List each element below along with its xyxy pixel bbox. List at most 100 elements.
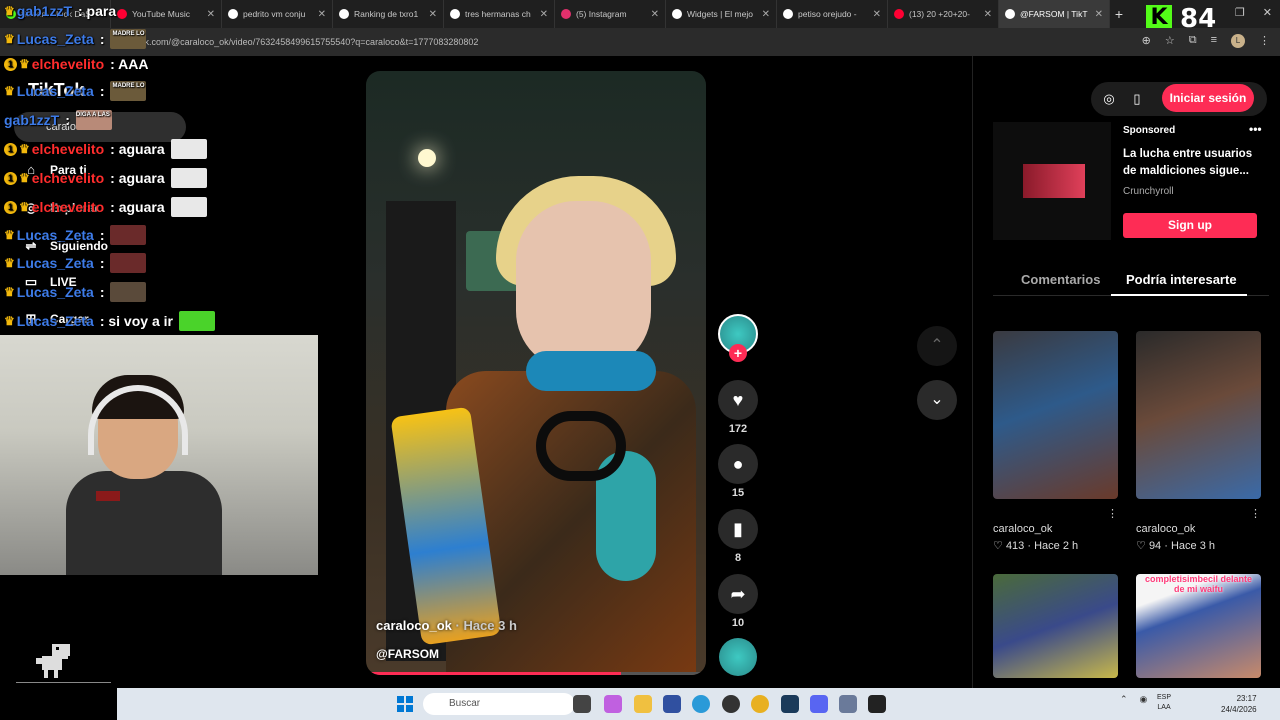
file-explorer-icon[interactable]	[634, 695, 652, 713]
browser-tab[interactable]: Widgets | El mejo ✕	[666, 0, 777, 28]
chat-username[interactable]: Lucas_Zeta	[17, 227, 94, 243]
card-thumbnail[interactable]	[993, 574, 1118, 678]
card-user[interactable]: caraloco_ok	[1136, 523, 1195, 535]
tab-close-icon[interactable]: ✕	[651, 9, 659, 20]
chat-username[interactable]: Lucas_Zeta	[17, 83, 94, 99]
crown-badge-icon: ♛	[19, 171, 30, 185]
comment-button[interactable]: ●	[718, 444, 758, 484]
bookmark-icon: ▮	[733, 518, 743, 539]
app-icon[interactable]	[722, 695, 740, 713]
discord-icon[interactable]	[810, 695, 828, 713]
like-button[interactable]: ♥	[718, 380, 758, 420]
copilot-icon[interactable]	[604, 695, 622, 713]
taskbar-search[interactable]: Buscar	[423, 693, 575, 715]
chat-username[interactable]: gab1zzT	[4, 112, 59, 128]
card-thumbnail[interactable]	[993, 331, 1118, 499]
video-author[interactable]: caraloco_ok · Hace 3 h	[376, 618, 517, 633]
browser-tab[interactable]: (13) 20 +20+20- ✕	[888, 0, 999, 28]
chat-username[interactable]: elchevelito	[32, 141, 104, 157]
mic-icon[interactable]: ◉	[1140, 694, 1148, 705]
new-tab-button[interactable]: +	[1110, 6, 1128, 22]
author-name[interactable]: caraloco_ok	[376, 618, 452, 633]
browser-tab[interactable]: @FARSOM | TikT ✕	[999, 0, 1110, 28]
browser-tab[interactable]: Ranking de txro1 ✕	[333, 0, 444, 28]
sponsored-ad[interactable]: Sponsored ••• La lucha entre usuarios de…	[993, 122, 1262, 244]
video-player[interactable]: caraloco_ok · Hace 3 h @FARSOM	[366, 71, 706, 675]
language-indicator[interactable]: ESP LAA	[1157, 693, 1171, 713]
clock[interactable]: 23:17 24/4/2026	[1221, 693, 1257, 715]
bookmark-star-icon[interactable]: ☆	[1165, 34, 1175, 48]
tab-close-icon[interactable]: ✕	[429, 9, 437, 20]
tab-close-icon[interactable]: ✕	[1095, 9, 1103, 20]
chat-text: :	[99, 255, 105, 271]
chat-username[interactable]: gab1zzT	[17, 3, 72, 19]
store-icon[interactable]	[663, 695, 681, 713]
browser-tab[interactable]: (5) Instagram ✕	[555, 0, 666, 28]
save-button[interactable]: ▮	[718, 509, 758, 549]
card-more-icon[interactable]: ⋮	[1107, 507, 1118, 520]
browser-tab[interactable]: petiso orejudo - ✕	[777, 0, 888, 28]
chat-username[interactable]: elchevelito	[32, 199, 104, 215]
tab-suggested[interactable]: Podría interesarte	[1126, 272, 1237, 287]
suggested-card[interactable]: ⋮ caraloco_ok ♡ 94 · Hace 3 h	[1136, 331, 1261, 552]
device-icon[interactable]: ▯	[1129, 91, 1145, 107]
menu-dots-icon[interactable]: ⋮	[1259, 34, 1270, 48]
tray-chevron-icon[interactable]: ⌃	[1120, 694, 1128, 705]
login-button[interactable]: Iniciar sesión	[1162, 84, 1254, 112]
card-thumbnail[interactable]	[1136, 331, 1261, 499]
extensions-icon[interactable]: ⧉	[1189, 34, 1197, 48]
windows-start-icon[interactable]	[397, 696, 413, 712]
restore-icon[interactable]: ❐	[1235, 6, 1245, 19]
next-video-button[interactable]: ⌄	[917, 380, 957, 420]
close-window-icon[interactable]: ✕	[1263, 6, 1272, 19]
profile-avatar[interactable]: L	[1231, 34, 1245, 48]
browser-tab[interactable]: tres hermanas ch ✕	[444, 0, 555, 28]
steam-icon[interactable]	[781, 695, 799, 713]
tab-close-icon[interactable]: ✕	[873, 9, 881, 20]
task-view-icon[interactable]	[573, 695, 591, 713]
app-icon[interactable]	[839, 695, 857, 713]
chat-username[interactable]: elchevelito	[32, 170, 104, 186]
chat-username[interactable]: Lucas_Zeta	[17, 313, 94, 329]
tab-close-icon[interactable]: ✕	[207, 9, 215, 20]
card-more-icon[interactable]: ⋮	[1250, 507, 1261, 520]
follow-plus-button[interactable]: +	[729, 344, 747, 362]
tab-close-icon[interactable]: ✕	[540, 9, 548, 20]
crown-badge-icon: ♛	[4, 285, 15, 299]
chat-username[interactable]: Lucas_Zeta	[17, 255, 94, 271]
video-description[interactable]: @FARSOM	[376, 647, 439, 661]
crown-badge-icon: ♛	[4, 32, 15, 46]
card-user[interactable]: caraloco_ok	[993, 523, 1052, 535]
chat-username[interactable]: elchevelito	[32, 56, 104, 72]
tab-close-icon[interactable]: ✕	[984, 9, 992, 20]
crown-badge-icon: ♛	[19, 200, 30, 214]
tab-comments[interactable]: Comentarios	[1021, 272, 1100, 287]
card-thumbnail[interactable]: completisimbecil delante de mi waifu	[1136, 574, 1261, 678]
suggested-card[interactable]: completisimbecil delante de mi waifu	[1136, 574, 1261, 678]
tab-close-icon[interactable]: ✕	[318, 9, 326, 20]
chat-username[interactable]: Lucas_Zeta	[17, 284, 94, 300]
chat-username[interactable]: Lucas_Zeta	[17, 31, 94, 47]
previous-video-button[interactable]: ⌃	[917, 326, 957, 366]
ad-more-icon[interactable]: •••	[1249, 122, 1262, 136]
edge-icon[interactable]	[692, 695, 710, 713]
browser-tab[interactable]: YouTube Music ✕	[111, 0, 222, 28]
tab-close-icon[interactable]: ✕	[762, 9, 770, 20]
suggested-card[interactable]: ⋮ caraloco_ok ♡ 413 · Hace 2 h	[993, 331, 1118, 552]
epic-games-icon[interactable]	[868, 695, 886, 713]
url-field[interactable]: tiktok.com/@caraloco_ok/video/7632458499…	[120, 33, 1110, 51]
media-icon[interactable]: ≡	[1211, 34, 1217, 48]
ad-thumbnail[interactable]	[993, 122, 1111, 240]
share-button[interactable]: ➦	[718, 574, 758, 614]
sound-avatar[interactable]	[719, 638, 757, 676]
video-progress-bar[interactable]	[366, 672, 706, 675]
browser-tab[interactable]: pedrito vm conju ✕	[222, 0, 333, 28]
zoom-icon[interactable]: ⊕	[1142, 34, 1151, 48]
explore-icon[interactable]: ◎	[1101, 91, 1117, 107]
browser-tab-bar: Stream - Kick DaS ✕ YouTube Music ✕ pedrito …	[0, 0, 1280, 28]
chrome-icon[interactable]	[751, 695, 769, 713]
suggested-card[interactable]	[993, 574, 1118, 678]
ad-signup-button[interactable]: Sign up	[1123, 213, 1257, 238]
ad-title[interactable]: La lucha entre usuarios de maldiciones s…	[1123, 146, 1259, 180]
tab-label: @FARSOM | TikT	[1020, 9, 1088, 19]
